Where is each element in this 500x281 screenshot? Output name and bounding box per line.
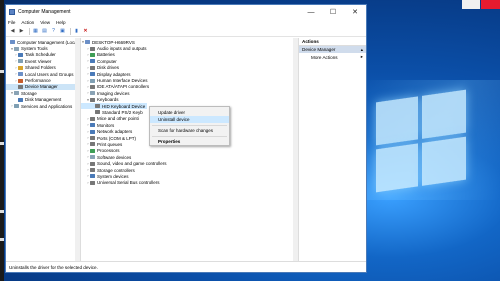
keyboard-icon xyxy=(90,97,95,102)
menu-separator xyxy=(152,135,227,137)
list-view-icon[interactable]: ▤ xyxy=(41,28,48,35)
services-icon xyxy=(14,104,19,109)
mouse-icon xyxy=(90,116,95,121)
actions-pane: Actions Device Manager ▴ More Actions ▸ xyxy=(299,38,366,261)
system-device-icon xyxy=(90,174,95,179)
scan-hardware-menu-item[interactable]: Scan for hardware changes xyxy=(150,127,229,134)
event-icon xyxy=(18,59,23,64)
menu-action[interactable]: Action xyxy=(21,20,34,25)
sound-icon xyxy=(90,161,95,166)
context-menu: Update driver Uninstall device Scan for … xyxy=(149,106,230,146)
computer-icon xyxy=(90,59,95,64)
uninstall-x-icon[interactable]: ✕ xyxy=(82,28,89,35)
window-title: Computer Management xyxy=(18,9,71,15)
port-icon xyxy=(90,136,95,141)
desktop-corner-tile xyxy=(462,0,480,9)
app-icon xyxy=(9,9,15,15)
actions-header: Actions xyxy=(299,38,366,46)
left-pane-scrollbar[interactable] xyxy=(75,38,80,261)
disk-drive-icon xyxy=(90,65,95,70)
users-icon xyxy=(18,72,23,77)
device-category[interactable]: › Universal Serial Bus controllers xyxy=(81,180,298,186)
chevron-right-icon[interactable]: ▸ xyxy=(361,54,363,60)
device-tree-pane: ▾ DESKTOP-H669RVS › Audio inputs and outp… xyxy=(81,38,299,261)
tree-item-services-applications[interactable]: › Services and Applications xyxy=(6,103,80,109)
more-actions[interactable]: More Actions ▸ xyxy=(299,53,366,61)
battery-icon xyxy=(90,52,95,57)
windows-logo xyxy=(376,89,466,195)
title-bar[interactable]: Computer Management — ☐ ✕ xyxy=(6,5,366,19)
help-icon[interactable]: ? xyxy=(50,28,57,35)
printer-icon xyxy=(90,142,95,147)
show-hide-tree-icon[interactable]: ▦ xyxy=(32,28,39,35)
keyboard-icon xyxy=(95,104,100,109)
hid-icon xyxy=(90,78,95,83)
menu-help[interactable]: Help xyxy=(56,20,65,25)
storage-icon xyxy=(14,91,19,96)
computer-management-icon xyxy=(10,40,15,45)
folder-icon xyxy=(18,65,23,70)
computer-icon xyxy=(85,40,90,45)
toolbar-separator xyxy=(29,27,30,35)
processor-icon xyxy=(90,148,95,153)
back-arrow-icon[interactable]: ◀ xyxy=(9,28,16,35)
properties-icon[interactable]: ▣ xyxy=(59,28,66,35)
middle-pane-scrollbar[interactable] xyxy=(293,38,298,261)
forward-arrow-icon[interactable]: ▶ xyxy=(18,28,25,35)
storage-controller-icon xyxy=(90,168,95,172)
desktop-corner-red-tile xyxy=(481,0,500,9)
toolbar-separator xyxy=(70,27,71,35)
clock-icon xyxy=(18,52,23,57)
usb-icon xyxy=(90,180,95,185)
speaker-icon xyxy=(90,46,95,51)
update-driver-menu-item[interactable]: Update driver xyxy=(150,109,229,116)
properties-menu-item[interactable]: Properties xyxy=(150,138,229,145)
monitor-icon xyxy=(90,123,95,128)
console-tree-pane: Computer Management (Local ▾ System Tool… xyxy=(6,38,81,261)
keyboard-icon xyxy=(95,110,100,115)
toolbox-icon xyxy=(14,46,19,51)
maximize-button[interactable]: ☐ xyxy=(322,5,344,19)
device-category-keyboards[interactable]: ▾ Keyboards xyxy=(81,97,298,103)
close-button[interactable]: ✕ xyxy=(344,5,366,19)
disk-icon xyxy=(18,97,23,102)
device-manager-icon xyxy=(18,84,23,89)
software-device-icon xyxy=(90,155,95,160)
collapse-arrow-icon[interactable]: ▴ xyxy=(361,47,363,53)
actions-device-manager[interactable]: Device Manager ▴ xyxy=(299,46,366,53)
display-icon xyxy=(90,72,95,77)
update-driver-icon[interactable]: ▮ xyxy=(73,28,80,35)
left-edge-strip xyxy=(0,0,4,281)
tree-item-computer-management[interactable]: Computer Management (Local xyxy=(6,39,80,45)
ide-controller-icon xyxy=(90,84,95,89)
menu-bar: File Action View Help xyxy=(6,19,366,26)
camera-icon xyxy=(90,91,95,96)
minimize-button[interactable]: — xyxy=(300,5,322,19)
status-bar: Uninstalls the driver for the selected d… xyxy=(6,261,366,272)
performance-icon xyxy=(18,78,23,83)
uninstall-device-menu-item[interactable]: Uninstall device xyxy=(150,116,229,123)
menu-view[interactable]: View xyxy=(40,20,50,25)
toolbar: ◀ ▶ ▦ ▤ ? ▣ ▮ ✕ xyxy=(6,26,366,37)
menu-file[interactable]: File xyxy=(8,20,15,25)
network-icon xyxy=(90,129,95,134)
menu-separator xyxy=(152,124,227,126)
